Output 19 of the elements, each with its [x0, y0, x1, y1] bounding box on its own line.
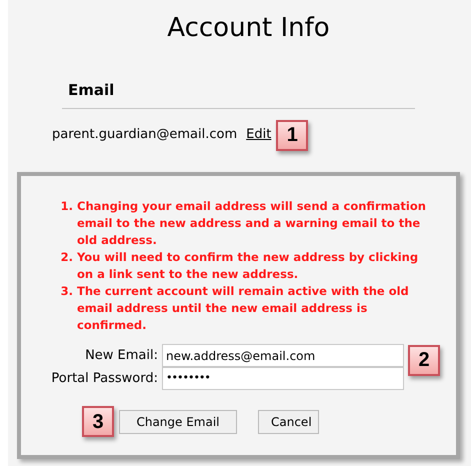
- field-label: Portal Password:: [50, 370, 159, 388]
- edit-link[interactable]: Edit: [246, 125, 272, 145]
- current-email: parent.guardian@email.com: [52, 126, 238, 144]
- note-text: Changing your email address will send a confirmation email to the new address and a warning email to the old address.: [77, 198, 427, 249]
- email-field[interactable]: new.address@email.com: [162, 344, 404, 367]
- callout-number: 2: [408, 344, 440, 376]
- password-field[interactable]: ••••••••: [162, 367, 404, 390]
- field-label: New Email:: [84, 346, 159, 365]
- note-text: The current account will remain active with the old email address until the new email address is confirmed.: [77, 283, 410, 334]
- callout-number: 1: [276, 120, 308, 150]
- note-number: 1.: [60, 198, 74, 215]
- note-number: 3.: [60, 283, 74, 300]
- note-text: You will need to confirm the new address by clicking on a link sent to the new address.: [77, 249, 420, 283]
- note-number: 2.: [60, 249, 74, 266]
- page-title: Account Info: [167, 12, 330, 44]
- callout-number: 3: [82, 406, 114, 437]
- change-email-button[interactable]: Change Email: [119, 410, 237, 434]
- section-heading: Email: [68, 81, 114, 99]
- cancel-button[interactable]: Cancel: [258, 410, 319, 434]
